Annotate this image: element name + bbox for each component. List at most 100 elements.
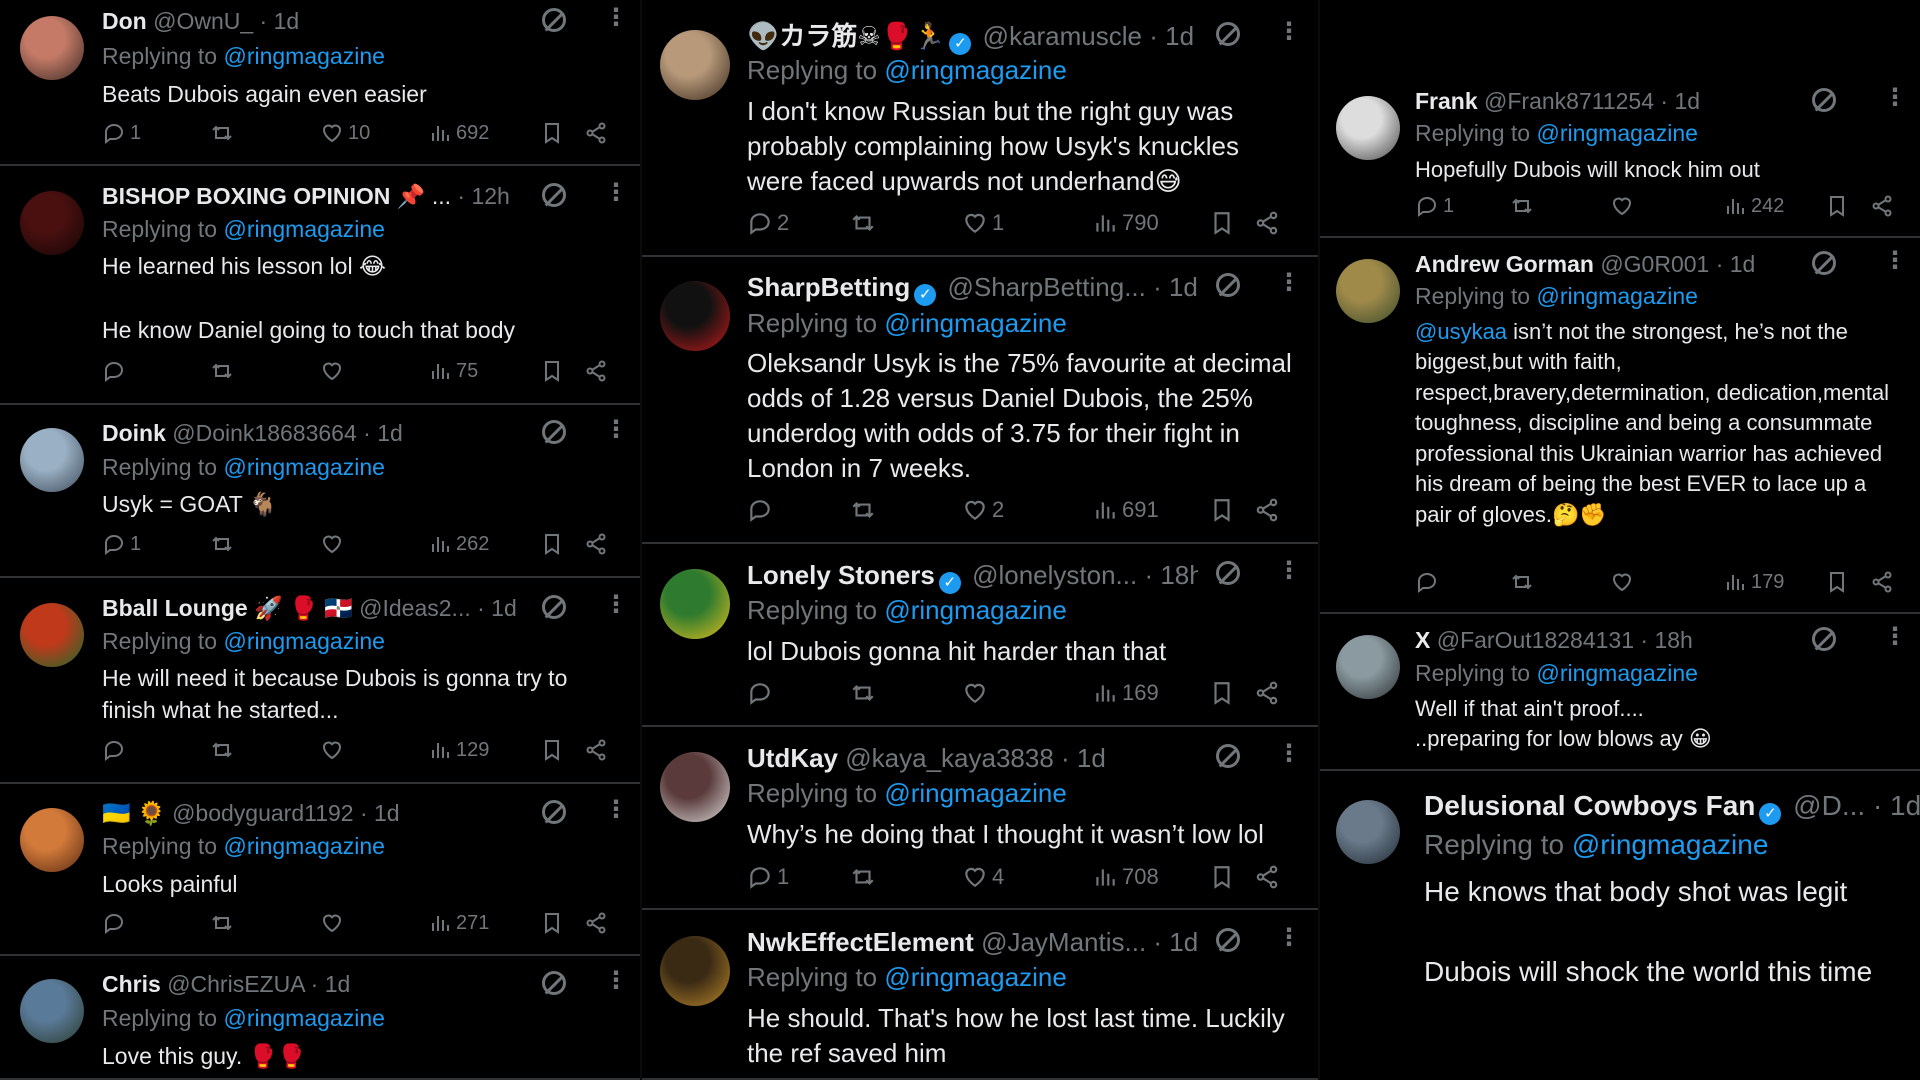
like-button[interactable] <box>320 532 348 556</box>
like-button[interactable]: 1 <box>962 210 1004 236</box>
share-button[interactable] <box>1870 570 1894 594</box>
display-name[interactable]: X <box>1415 627 1430 653</box>
user-avatar[interactable] <box>1336 259 1400 323</box>
timestamp[interactable]: · 1d <box>311 971 351 997</box>
user-avatar[interactable] <box>660 752 730 822</box>
display-name[interactable]: 👽カラ筋☠🥊🏃 <box>747 21 945 51</box>
like-button[interactable] <box>1610 570 1638 594</box>
user-avatar[interactable] <box>20 16 84 80</box>
reply-tweet[interactable]: Doink @Doink18683664 · 1d ⋮ Replying to @r… <box>0 405 640 578</box>
user-avatar[interactable] <box>20 808 84 872</box>
timestamp[interactable]: · 12h <box>457 183 509 209</box>
user-handle[interactable]: @FarOut18284131 <box>1437 627 1634 653</box>
replied-account-link[interactable]: @ringmagazine <box>223 216 384 242</box>
display-name[interactable]: Delusional Cowboys Fan <box>1424 790 1755 821</box>
user-avatar[interactable] <box>20 979 84 1043</box>
bookmark-button[interactable] <box>540 532 564 556</box>
display-name[interactable]: Doink <box>102 420 166 446</box>
views-button[interactable]: 271 <box>428 911 489 935</box>
reply-tweet[interactable]: 👽カラ筋☠🥊🏃 ✓ @karamuscle · 1d ⋮ Replying to @r… <box>642 0 1318 257</box>
share-button[interactable] <box>584 359 608 383</box>
reply-button[interactable] <box>1415 570 1443 594</box>
reply-button[interactable]: 1 <box>747 864 789 890</box>
replied-account-link[interactable]: @ringmagazine <box>223 1005 384 1031</box>
timestamp[interactable]: · 1d <box>363 420 403 446</box>
bookmark-button[interactable] <box>1209 210 1235 236</box>
views-button[interactable]: 242 <box>1723 194 1784 218</box>
retweet-button[interactable] <box>210 911 234 935</box>
views-button[interactable]: 179 <box>1723 570 1784 594</box>
share-button[interactable] <box>1254 210 1280 236</box>
like-button[interactable]: 10 <box>320 121 370 145</box>
user-handle[interactable]: @lonelyston... <box>972 560 1137 590</box>
display-name[interactable]: 🇺🇦 🌻 <box>102 800 166 826</box>
timestamp[interactable]: · 1d <box>260 8 300 34</box>
reply-tweet[interactable]: UtdKay @kaya_kaya3838 · 1d ⋮ Replying to @… <box>642 727 1318 910</box>
replied-account-link[interactable]: @ringmagazine <box>1536 283 1697 309</box>
like-button[interactable] <box>320 911 348 935</box>
retweet-button[interactable] <box>1510 570 1534 594</box>
grok-icon[interactable] <box>1216 22 1240 46</box>
user-avatar[interactable] <box>660 569 730 639</box>
user-handle[interactable]: @JayMantis... <box>981 927 1146 957</box>
reply-tweet[interactable]: X @FarOut18284131 · 18h ⋮ Replying to @rin… <box>1320 614 1920 771</box>
retweet-button[interactable] <box>850 864 876 890</box>
grok-icon[interactable] <box>1812 88 1836 112</box>
display-name[interactable]: NwkEffectElement <box>747 927 974 957</box>
bookmark-button[interactable] <box>540 911 564 935</box>
timestamp[interactable]: · 18h <box>1144 560 1198 590</box>
reply-button[interactable] <box>102 738 130 762</box>
grok-icon[interactable] <box>1812 251 1836 275</box>
user-handle[interactable]: @G0R001 <box>1600 251 1709 277</box>
replied-account-link[interactable]: @ringmagazine <box>223 454 384 480</box>
share-button[interactable] <box>584 532 608 556</box>
replied-account-link[interactable]: @ringmagazine <box>223 43 384 69</box>
more-icon[interactable]: ⋮ <box>604 969 628 993</box>
like-button[interactable]: 2 <box>962 497 1004 523</box>
like-button[interactable] <box>320 738 348 762</box>
display-name[interactable]: BISHOP BOXING OPINION <box>102 183 390 209</box>
more-icon[interactable]: ⋮ <box>1277 271 1301 295</box>
share-button[interactable] <box>1870 194 1894 218</box>
more-icon[interactable]: ⋮ <box>1277 926 1301 950</box>
user-handle[interactable]: @bodyguard1192 <box>172 800 354 826</box>
timestamp[interactable]: · 1d <box>1153 272 1198 302</box>
user-handle[interactable]: @SharpBetting... <box>947 272 1145 302</box>
timestamp[interactable]: · 1d <box>1716 251 1756 277</box>
user-avatar[interactable] <box>20 603 84 667</box>
display-name[interactable]: Andrew Gorman <box>1415 251 1594 277</box>
user-handle[interactable]: @Ideas2... <box>359 595 471 621</box>
reply-tweet[interactable]: Lonely Stoners ✓ @lonelyston... · 18h ⋮ Rep… <box>642 544 1318 727</box>
user-avatar[interactable] <box>660 30 730 100</box>
replied-account-link[interactable]: @ringmagazine <box>884 778 1066 808</box>
user-avatar[interactable] <box>660 936 730 1006</box>
retweet-button[interactable] <box>850 680 876 706</box>
bookmark-button[interactable] <box>1209 497 1235 523</box>
replied-account-link[interactable]: @ringmagazine <box>1572 829 1769 860</box>
display-name[interactable]: Lonely Stoners <box>747 560 935 590</box>
grok-icon[interactable] <box>1812 627 1836 651</box>
grok-icon[interactable] <box>542 420 566 444</box>
bookmark-button[interactable] <box>1825 194 1849 218</box>
replied-account-link[interactable]: @ringmagazine <box>223 628 384 654</box>
timestamp[interactable]: · 1d <box>1149 21 1194 51</box>
replied-account-link[interactable]: @ringmagazine <box>884 55 1066 85</box>
views-button[interactable]: 692 <box>428 121 489 145</box>
views-button[interactable]: 169 <box>1092 680 1159 706</box>
timestamp[interactable]: · 1d <box>1873 790 1920 821</box>
reply-tweet[interactable]: BISHOP BOXING OPINION 📌 ... · 12h ⋮ Replyi… <box>0 166 640 405</box>
bookmark-button[interactable] <box>540 738 564 762</box>
bookmark-button[interactable] <box>1825 570 1849 594</box>
reply-tweet[interactable]: Andrew Gorman @G0R001 · 1d ⋮ Replying to @… <box>1320 238 1920 614</box>
grok-icon[interactable] <box>542 8 566 32</box>
grok-icon[interactable] <box>542 971 566 995</box>
more-icon[interactable]: ⋮ <box>604 593 628 617</box>
share-button[interactable] <box>1254 864 1280 890</box>
reply-tweet[interactable]: Delusional Cowboys Fan ✓ @D... · 1d Replyi… <box>1320 771 1920 1080</box>
views-button[interactable]: 790 <box>1092 210 1159 236</box>
bookmark-button[interactable] <box>1209 680 1235 706</box>
user-avatar[interactable] <box>20 428 84 492</box>
share-button[interactable] <box>584 911 608 935</box>
retweet-button[interactable] <box>850 497 876 523</box>
reply-button[interactable] <box>102 359 130 383</box>
